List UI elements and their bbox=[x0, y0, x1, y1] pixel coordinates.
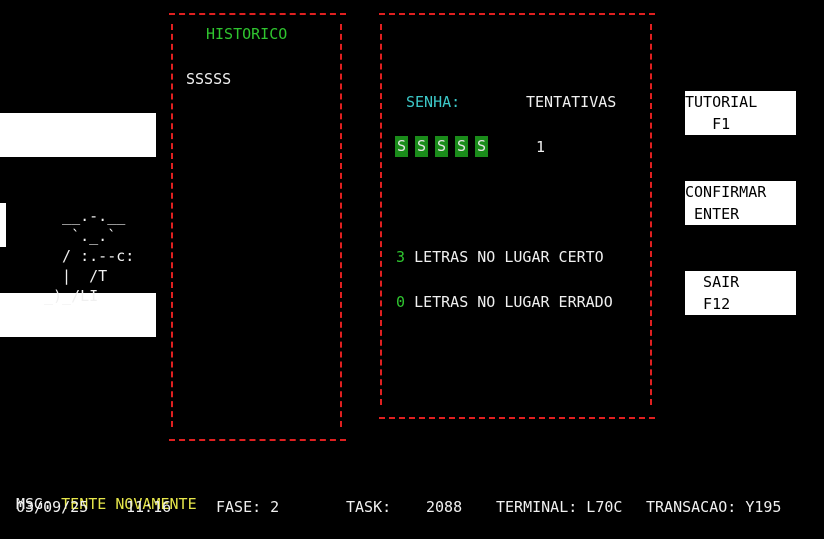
senha-label: SENHA: bbox=[406, 93, 461, 111]
history-border-top bbox=[169, 13, 346, 15]
correct-text: LETRAS NO LUGAR CERTO bbox=[414, 248, 604, 266]
game-border-left bbox=[380, 24, 382, 405]
game-border-top bbox=[379, 13, 655, 15]
ascii-line: _)_/LI bbox=[44, 287, 99, 305]
ascii-art: __.-.__ `._.` / :.--c: | /T _)_/LI bbox=[44, 186, 134, 326]
left-white-bar-small bbox=[0, 203, 6, 247]
ascii-line: __.-.__ bbox=[44, 207, 126, 225]
history-title: HISTORICO bbox=[206, 25, 288, 43]
tentativas-value: 1 bbox=[536, 138, 546, 156]
history-border-left bbox=[171, 24, 173, 427]
history-border-bottom bbox=[169, 439, 346, 441]
wrong-position-line: 0 LETRAS NO LUGAR ERRADO bbox=[396, 272, 613, 312]
status-time: 11:16 bbox=[126, 498, 172, 516]
letter-cell: S bbox=[395, 136, 408, 157]
ascii-line: / :.--c: bbox=[44, 247, 135, 265]
correct-position-line: 3 LETRAS NO LUGAR CERTO bbox=[396, 227, 604, 267]
letter-cell: S bbox=[415, 136, 428, 157]
history-entry: SSSSS bbox=[186, 70, 232, 88]
game-border-bottom bbox=[379, 417, 655, 419]
left-white-bar-top bbox=[0, 113, 156, 157]
correct-count: 3 bbox=[396, 248, 406, 266]
status-transacao: TRANSACAO: Y195 bbox=[646, 498, 782, 516]
tentativas-label: TENTATIVAS bbox=[526, 93, 617, 111]
status-task-label: TASK: bbox=[346, 498, 392, 516]
confirm-button[interactable]: CONFIRMAR ENTER bbox=[685, 181, 796, 225]
wrong-text: LETRAS NO LUGAR ERRADO bbox=[414, 293, 613, 311]
status-task-value: 2088 bbox=[426, 498, 463, 516]
ascii-line: | /T bbox=[44, 267, 108, 285]
ascii-line: `._.` bbox=[44, 227, 117, 245]
wrong-count: 0 bbox=[396, 293, 406, 311]
exit-button[interactable]: SAIR F12 bbox=[685, 271, 796, 315]
letter-cell: S bbox=[475, 136, 488, 157]
status-fase: FASE: 2 bbox=[216, 498, 280, 516]
history-border-right bbox=[340, 24, 342, 427]
letter-cell: S bbox=[435, 136, 448, 157]
letter-cell: S bbox=[455, 136, 468, 157]
game-border-right bbox=[650, 24, 652, 405]
tutorial-button[interactable]: TUTORIAL F1 bbox=[685, 91, 796, 135]
status-terminal: TERMINAL: L70C bbox=[496, 498, 623, 516]
status-date: 03/09/25 bbox=[16, 498, 89, 516]
